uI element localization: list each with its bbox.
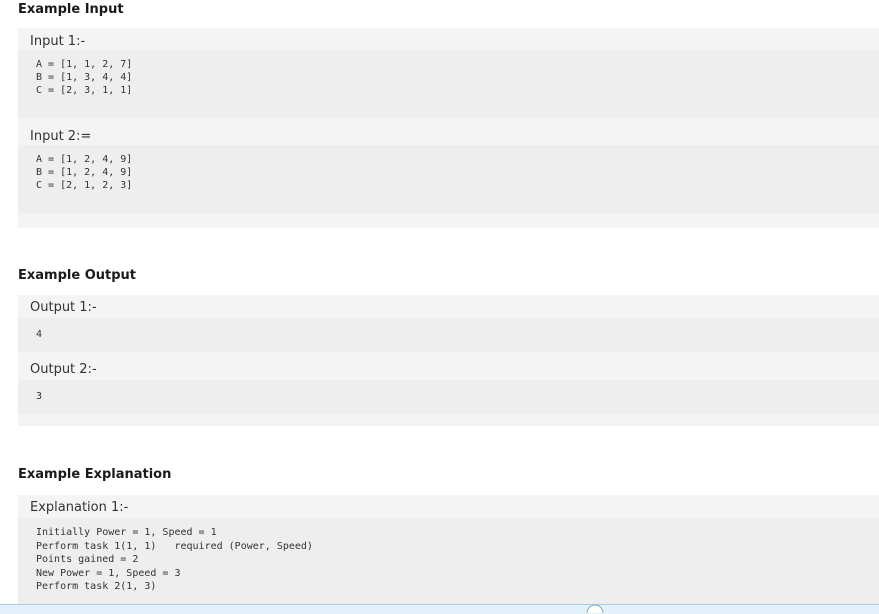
example-input-title: Example Input [18, 2, 124, 17]
output-1-code: 4 [18, 318, 879, 352]
input-2-line: A = [1, 2, 4, 9] [36, 154, 133, 165]
example-explanation-title: Example Explanation [18, 467, 172, 482]
input-1-line: C = [2, 3, 1, 1] [36, 85, 133, 96]
explanation-line: Points gained = 2 [36, 554, 139, 565]
output-1-label: Output 1:- [30, 300, 97, 315]
example-explanation-panel: Explanation 1:- Initially Power = 1, Spe… [18, 495, 879, 613]
explanation-line: Initially Power = 1, Speed = 1 [36, 527, 217, 538]
output-2-code: 3 [18, 380, 879, 414]
example-output-panel: Output 1:- 4 Output 2:- 3 [18, 295, 879, 426]
explanation-line: Perform task 2(1, 3) [36, 581, 157, 592]
example-output-title: Example Output [18, 268, 136, 283]
input-1-label: Input 1:- [30, 34, 86, 49]
explanation-1-label: Explanation 1:- [30, 500, 129, 515]
bottom-toolbar-handle-icon[interactable] [585, 604, 605, 613]
output-2-label: Output 2:- [30, 362, 97, 377]
explanation-line: Perform task 1(1, 1) required (Power, Sp… [36, 540, 313, 552]
input-2-line: B = [1, 2, 4, 9] [36, 167, 133, 178]
input-1-code: A = [1, 1, 2, 7] B = [1, 3, 4, 4] C = [2… [18, 50, 879, 118]
example-input-panel: Input 1:- A = [1, 1, 2, 7] B = [1, 3, 4,… [18, 28, 879, 228]
output-1-value: 4 [36, 329, 43, 340]
explanation-line: New Power = 1, Speed = 3 [36, 567, 181, 579]
explanation-1-code: Initially Power = 1, Speed = 1 Perform t… [18, 518, 879, 613]
output-2-value: 3 [36, 391, 43, 402]
input-1-line: A = [1, 1, 2, 7] [36, 59, 133, 70]
input-2-label: Input 2:= [30, 129, 92, 144]
input-1-line: B = [1, 3, 4, 4] [36, 72, 133, 83]
input-2-code: A = [1, 2, 4, 9] B = [1, 2, 4, 9] C = [2… [18, 145, 879, 213]
input-2-line: C = [2, 1, 2, 3] [36, 180, 133, 191]
